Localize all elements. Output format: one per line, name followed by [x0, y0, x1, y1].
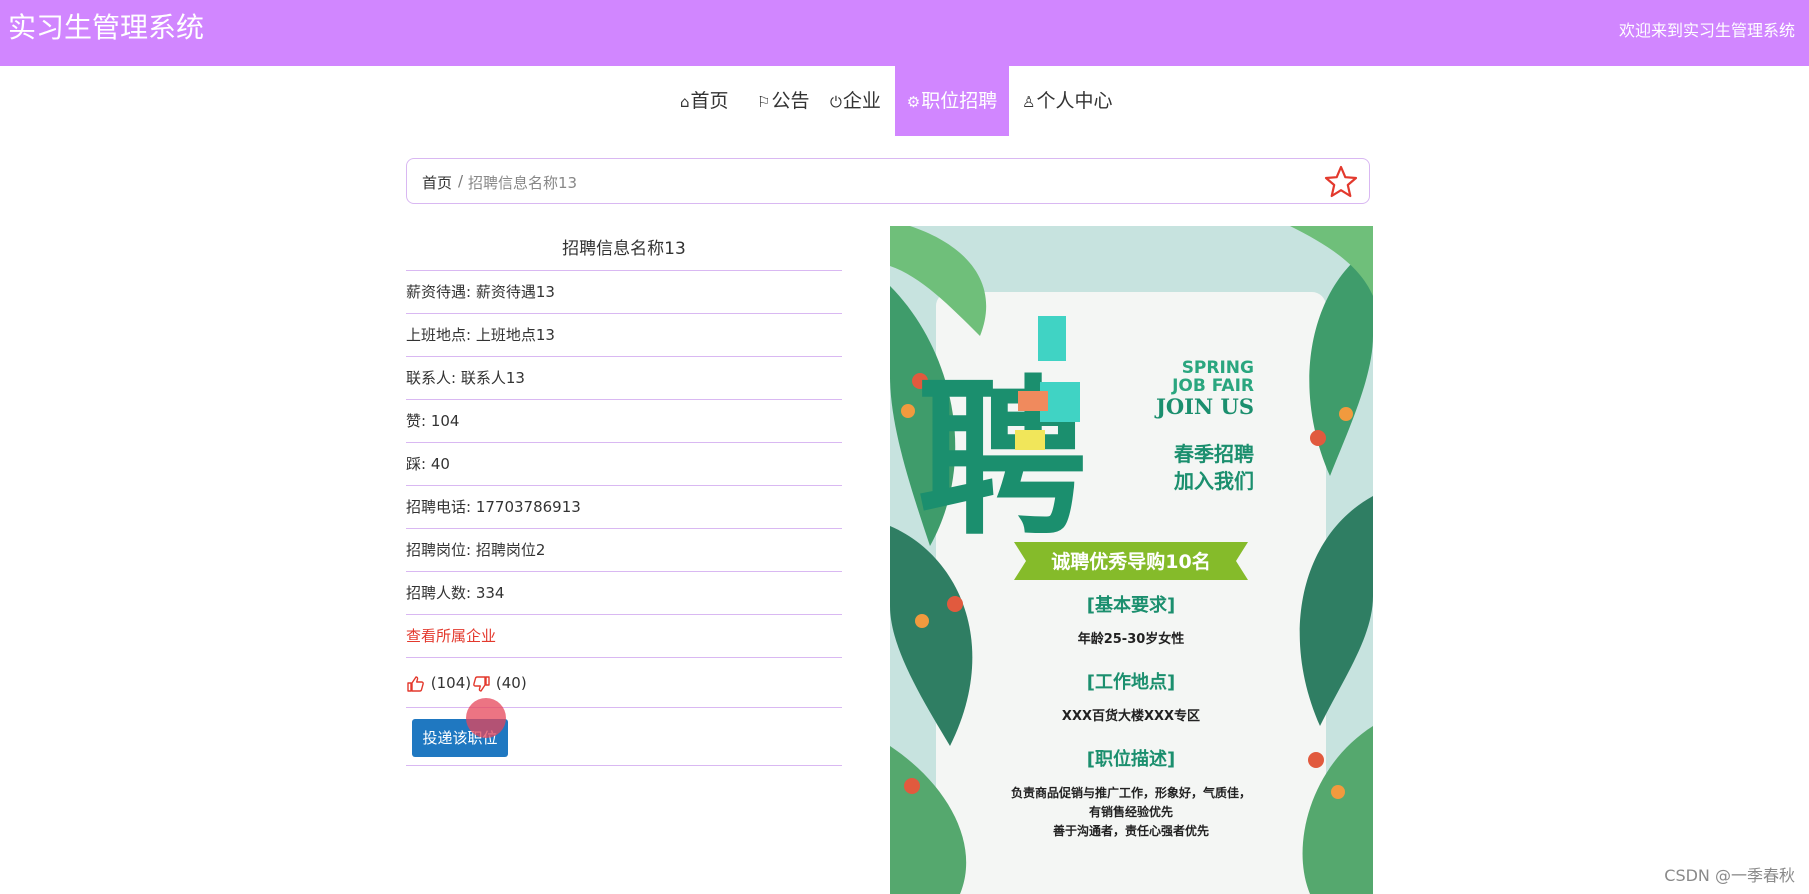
poster-loc-text: XXX百货大楼XXX专区 [1062, 708, 1200, 724]
flag-icon: ⚐ [757, 93, 771, 111]
info-row-phone: 招聘电话: 17703786913 [406, 486, 842, 529]
welcome-text: 欢迎来到实习生管理系统 [1618, 21, 1795, 40]
info-row-salary: 薪资待遇: 薪资待遇13 [406, 271, 842, 314]
poster-cn-line1: 春季招聘 [1173, 442, 1254, 466]
poster-join-us: JOIN US [1154, 394, 1254, 419]
job-detail: 招聘信息名称13 薪资待遇: 薪资待遇13 上班地点: 上班地点13 联系人: … [406, 230, 842, 766]
info-row-dislikes: 踩: 40 [406, 443, 842, 486]
poster-desc-title: [职位描述] [1087, 748, 1175, 770]
poster-req-text: 年龄25-30岁女性 [1078, 631, 1185, 647]
nav-label-companies: 企业 [842, 90, 881, 112]
poster-req-title: [基本要求] [1087, 594, 1175, 616]
poster-loc-title: [工作地点] [1087, 671, 1175, 693]
poster-banner: 诚聘优秀导购10名 [1051, 550, 1210, 573]
top-header: 实习生管理系统 欢迎来到实习生管理系统 [0, 0, 1809, 66]
breadcrumb-current: 招聘信息名称13 [468, 174, 578, 192]
info-row-contact: 联系人: 联系人13 [406, 357, 842, 400]
breadcrumb: 首页 / 招聘信息名称13 [406, 158, 1370, 204]
csdn-watermark: CSDN @一季春秋 [1664, 866, 1795, 885]
poster-desc-line3: 善于沟通者，责任心强者优先 [1053, 823, 1209, 838]
info-row-headcount: 招聘人数: 334 [406, 572, 842, 615]
breadcrumb-home[interactable]: 首页 [422, 172, 452, 193]
main-nav: ⌂首页 ⚐公告 ⏻企业 ⚙职位招聘 ♙个人中心 [0, 66, 1809, 136]
poster-spring: SPRING [1182, 358, 1254, 378]
poster-cn-line2: 加入我们 [1173, 469, 1254, 493]
nav-item-companies[interactable]: ⏻企业 [830, 66, 881, 136]
nav-item-jobs[interactable]: ⚙职位招聘 [895, 66, 1009, 136]
cursor-click-indicator [466, 698, 506, 738]
recruitment-poster: 聘 SPRING JOB FAIR JOIN US 春季招聘 加入我们 诚聘优秀… [890, 226, 1373, 894]
vote-row: (104) (40) [406, 658, 842, 708]
job-title: 招聘信息名称13 [406, 230, 842, 271]
like-count: (104) [430, 674, 472, 692]
nav-label-profile: 个人中心 [1036, 90, 1113, 112]
dislike-count: (40) [495, 674, 527, 692]
power-icon: ⏻ [830, 93, 842, 111]
nav-item-profile[interactable]: ♙个人中心 [1022, 66, 1112, 136]
nav-label-home: 首页 [690, 90, 729, 112]
home-icon: ⌂ [680, 93, 690, 111]
breadcrumb-separator: / [458, 172, 464, 190]
poster-desc-line2: 有销售经验优先 [1089, 804, 1173, 819]
poster-image: 聘 SPRING JOB FAIR JOIN US 春季招聘 加入我们 诚聘优秀… [890, 226, 1373, 894]
info-row-position: 招聘岗位: 招聘岗位2 [406, 529, 842, 572]
thumbs-down-icon[interactable] [471, 674, 491, 694]
app-title: 实习生管理系统 [8, 11, 205, 44]
poster-job-fair: JOB FAIR [1171, 376, 1254, 396]
nav-label-notices: 公告 [771, 90, 810, 112]
settings-icon: ⚙ [906, 93, 921, 111]
user-icon: ♙ [1022, 93, 1036, 111]
favorite-star-icon[interactable] [1323, 164, 1359, 200]
apply-row: 投递该职位 [406, 698, 842, 766]
thumbs-up-icon[interactable] [406, 674, 426, 694]
info-row-location: 上班地点: 上班地点13 [406, 314, 842, 357]
nav-item-home[interactable]: ⌂首页 [680, 66, 729, 136]
nav-label-jobs: 职位招聘 [921, 90, 998, 112]
nav-item-notices[interactable]: ⚐公告 [757, 66, 809, 136]
info-row-likes: 赞: 104 [406, 400, 842, 443]
poster-desc-line1: 负责商品促销与推广工作，形象好，气质佳， [1011, 785, 1251, 800]
view-company-link[interactable]: 查看所属企业 [406, 615, 842, 658]
